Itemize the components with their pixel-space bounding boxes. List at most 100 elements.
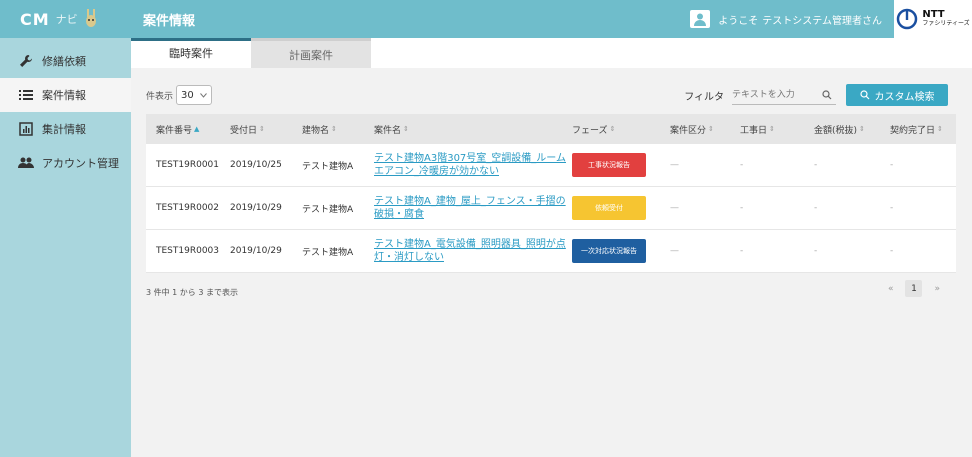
cell-amount: -: [814, 246, 818, 256]
case-tabs: 臨時案件 計画案件: [131, 38, 972, 68]
cell-work-date: -: [740, 246, 744, 256]
sort-icon: ⇕: [259, 125, 265, 133]
filter-label: フィルタ: [684, 91, 724, 103]
table-row[interactable]: TEST19R0003 2019/10/29 テスト建物A テスト建物A_電気設…: [146, 230, 956, 273]
sidebar-item-case-info[interactable]: 案件情報: [0, 78, 131, 112]
tab-temporary-cases[interactable]: 臨時案件: [131, 38, 251, 68]
custom-search-button[interactable]: カスタム検索: [846, 84, 948, 106]
sort-icon: ⇕: [769, 125, 775, 133]
search-icon[interactable]: [822, 90, 832, 100]
next-page-button[interactable]: »: [934, 284, 940, 294]
sort-icon: ⇕: [937, 125, 943, 133]
cell-complete-date: -: [890, 160, 894, 170]
sidebar-item-stats[interactable]: 集計情報: [0, 112, 131, 146]
ntt-logo-icon: [897, 8, 918, 30]
cell-complete-date: -: [890, 246, 894, 256]
cell-case-id: TEST19R0003: [156, 246, 220, 256]
cell-case-id: TEST19R0001: [156, 160, 220, 170]
perpage-label: 件表示: [146, 91, 174, 102]
company-logo: NTT ファシリティーズ: [894, 0, 972, 38]
table-header: 案件番号 ▲ 受付日 ⇕ 建物名 ⇕ 案件名 ⇕ フェーズ ⇕ 案件区分 ⇕ 工事日 ⇕ 金額…: [146, 114, 956, 144]
cell-phase: 一次対応状況報告: [572, 239, 670, 263]
cell-date: 2019/10/29: [230, 246, 282, 256]
cell-case-name-link[interactable]: テスト建物A3階307号室_空調設備_ルームエアコン_冷暖房が効かない: [374, 152, 572, 178]
header: 案件情報 ようこそ テストシステム管理者さん NTT ファシリティーズ: [131, 0, 972, 38]
sidebar-item-label: 集計情報: [42, 123, 86, 136]
sidebar-item-repair-request[interactable]: 修繕依頼: [0, 44, 131, 78]
chart-icon: [18, 121, 34, 137]
company-name-bottom: ファシリティーズ: [922, 20, 970, 27]
sort-asc-icon: ▲: [194, 125, 200, 133]
custom-search-label: カスタム検索: [874, 91, 935, 103]
col-header-phase[interactable]: フェーズ ⇕: [572, 123, 670, 136]
sidebar-item-account[interactable]: アカウント管理: [0, 146, 131, 180]
perpage-value: 30: [181, 89, 194, 101]
list-icon: [18, 87, 34, 103]
wrench-icon: [18, 53, 34, 69]
cell-category: —: [670, 246, 679, 256]
cell-case-name-link[interactable]: テスト建物A_建物_屋上_フェンス・手摺の破損・腐食: [374, 195, 572, 221]
col-header-amount[interactable]: 金額(税抜) ⇕: [814, 123, 890, 136]
table-toolbar: 件表示 30 フィルタ カスタム検索: [146, 82, 948, 108]
phase-badge: 一次対応状況報告: [572, 239, 646, 263]
cell-complete-date: -: [890, 203, 894, 213]
users-icon: [18, 155, 34, 171]
sidebar-nav: 修繕依頼 案件情報 集計情報 アカウント管理: [0, 44, 131, 180]
filter-input[interactable]: [732, 85, 836, 105]
col-header-case-id[interactable]: 案件番号 ▲: [146, 123, 230, 136]
page-title: 案件情報: [143, 13, 196, 29]
cell-category: —: [670, 160, 679, 170]
sidebar: CM ナビ 修繕依頼 案件情報 集計情報 アカウント管理: [0, 0, 131, 457]
pagination: « 1 »: [882, 280, 946, 297]
col-header-date[interactable]: 受付日 ⇕: [230, 123, 302, 136]
brand-cm: CM: [20, 9, 50, 29]
col-header-building[interactable]: 建物名 ⇕: [302, 123, 374, 136]
sidebar-item-label: 案件情報: [42, 89, 86, 102]
prev-page-button[interactable]: «: [888, 284, 894, 294]
perpage-select[interactable]: 30: [176, 85, 213, 105]
table-row[interactable]: TEST19R0002 2019/10/29 テスト建物A テスト建物A_建物_…: [146, 187, 956, 230]
cell-building: テスト建物A: [302, 247, 354, 258]
col-header-case-name[interactable]: 案件名 ⇕: [374, 123, 572, 136]
sort-icon: ⇕: [331, 125, 337, 133]
sort-icon: ⇕: [708, 125, 714, 133]
case-table: 案件番号 ▲ 受付日 ⇕ 建物名 ⇕ 案件名 ⇕ フェーズ ⇕ 案件区分 ⇕ 工事日 ⇕ 金額…: [146, 114, 956, 273]
cell-amount: -: [814, 203, 818, 213]
col-header-work-date[interactable]: 工事日 ⇕: [740, 123, 814, 136]
cell-work-date: -: [740, 203, 744, 213]
sort-icon: ⇕: [859, 125, 865, 133]
phase-badge: 工事状況報告: [572, 153, 646, 177]
mascot-icon: [84, 8, 98, 31]
cell-case-name-link[interactable]: テスト建物A_電気設備_照明器具_照明が点灯・消灯しない: [374, 238, 572, 264]
brand-navi: ナビ: [55, 13, 78, 26]
table-info: 3 件中 1 から 3 まで表示: [146, 288, 238, 297]
sidebar-item-label: 修繕依頼: [42, 55, 86, 68]
tab-planned-cases[interactable]: 計画案件: [251, 38, 371, 68]
cell-category: —: [670, 203, 679, 213]
company-name-top: NTT: [922, 9, 945, 20]
username: テストシステム管理者さん: [762, 15, 882, 27]
phase-badge: 依頼受付: [572, 196, 646, 220]
cell-work-date: -: [740, 160, 744, 170]
sidebar-item-label: アカウント管理: [42, 157, 119, 170]
search-icon: [859, 90, 869, 100]
cell-date: 2019/10/29: [230, 203, 282, 213]
sort-icon: ⇕: [403, 125, 409, 133]
col-header-complete-date[interactable]: 契約完了日 ⇕: [890, 123, 956, 136]
cell-date: 2019/10/25: [230, 160, 282, 170]
cell-phase: 依頼受付: [572, 196, 670, 220]
cell-case-id: TEST19R0002: [156, 203, 220, 213]
sort-icon: ⇕: [609, 125, 616, 133]
col-header-category[interactable]: 案件区分 ⇕: [670, 123, 740, 136]
header-user-area: ようこそ テストシステム管理者さん NTT ファシリティーズ: [690, 0, 972, 38]
cell-building: テスト建物A: [302, 204, 354, 215]
cell-amount: -: [814, 160, 818, 170]
chevron-down-icon: [200, 90, 207, 101]
page-button-1[interactable]: 1: [905, 280, 923, 297]
brand-logo[interactable]: CM ナビ: [0, 0, 131, 38]
welcome-text: ようこそ: [718, 15, 759, 27]
table-row[interactable]: TEST19R0001 2019/10/25 テスト建物A テスト建物A3階30…: [146, 144, 956, 187]
cell-building: テスト建物A: [302, 161, 354, 172]
cell-phase: 工事状況報告: [572, 153, 670, 177]
user-icon[interactable]: [690, 10, 711, 28]
